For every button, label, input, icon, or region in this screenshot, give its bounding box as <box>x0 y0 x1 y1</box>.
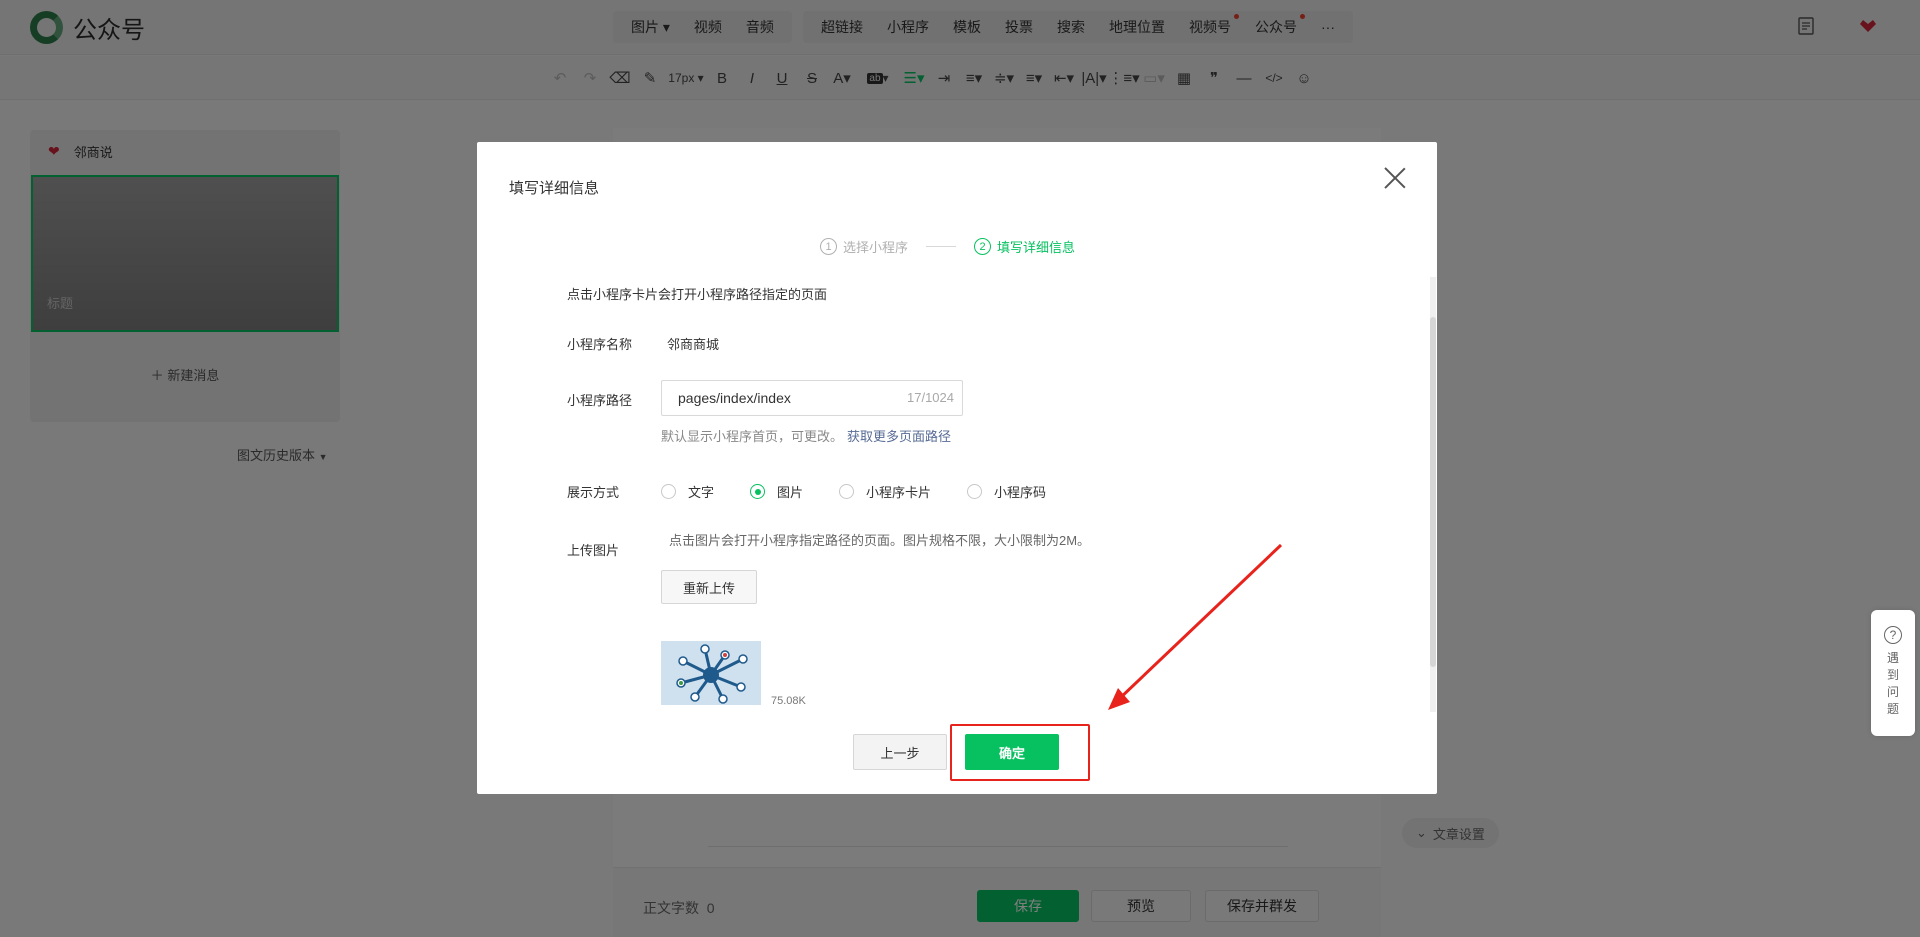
help-label: 遇到问题 <box>1886 651 1899 716</box>
step-indicator: 1 选择小程序 2 填写详细信息 <box>820 237 1075 256</box>
path-input[interactable]: pages/index/index 17/1024 <box>661 380 963 416</box>
radio-button[interactable] <box>839 484 855 499</box>
previous-step-button[interactable]: 上一步 <box>853 734 947 770</box>
path-label: 小程序路径 <box>567 393 633 408</box>
upload-image-label: 上传图片 <box>567 543 620 558</box>
help-floater[interactable]: ? 遇到问题 <box>1871 610 1915 736</box>
more-paths-link[interactable]: 获取更多页面路径 <box>847 429 951 444</box>
step-number: 2 <box>974 238 992 255</box>
step-number: 1 <box>820 238 837 255</box>
confirm-button[interactable]: 确定 <box>965 734 1059 770</box>
option-label: 文字 <box>688 485 715 500</box>
radio-button[interactable] <box>967 484 983 499</box>
step-connector <box>926 246 957 247</box>
miniprogram-detail-dialog: 填写详细信息 1 选择小程序 2 填写详细信息 点击小程序卡片会打开小程序路径指… <box>477 142 1437 794</box>
option-label: 小程序卡片 <box>866 485 932 500</box>
step-fill-details: 2 填写详细信息 <box>974 237 1075 256</box>
step-select-miniprogram: 1 选择小程序 <box>820 237 908 256</box>
display-option-card[interactable]: 小程序卡片 <box>839 482 931 501</box>
display-mode-radio-group: 文字 图片 小程序卡片 小程序码 <box>661 482 1082 501</box>
path-hint: 默认显示小程序首页，可更改。 获取更多页面路径 <box>661 426 951 445</box>
upload-hint: 点击图片会打开小程序指定路径的页面。图片规格不限，大小限制为2M。 <box>669 533 1091 548</box>
option-label: 小程序码 <box>994 485 1047 500</box>
step-label: 填写详细信息 <box>997 240 1076 255</box>
path-hint-text: 默认显示小程序首页，可更改。 <box>661 429 844 444</box>
radio-button-selected[interactable] <box>750 484 766 499</box>
name-value: 邻商商城 <box>667 337 720 352</box>
display-mode-label: 展示方式 <box>567 485 620 500</box>
display-option-qrcode[interactable]: 小程序码 <box>967 482 1046 501</box>
uploaded-image-thumbnail[interactable] <box>661 641 761 705</box>
display-option-image[interactable]: 图片 <box>750 482 803 501</box>
name-label: 小程序名称 <box>567 337 633 352</box>
dialog-title: 填写详细信息 <box>509 180 600 197</box>
path-char-count: 17/1024 <box>907 390 954 405</box>
close-icon[interactable] <box>1382 166 1408 192</box>
dialog-description: 点击小程序卡片会打开小程序路径指定的页面 <box>567 287 828 302</box>
step-label: 选择小程序 <box>843 240 909 255</box>
scrollbar-thumb[interactable] <box>1430 317 1436 667</box>
question-icon: ? <box>1884 626 1902 644</box>
file-size: 75.08K <box>771 695 806 707</box>
radio-button[interactable] <box>661 484 676 499</box>
display-option-text[interactable]: 文字 <box>661 482 714 501</box>
option-label: 图片 <box>777 485 804 500</box>
reupload-button[interactable]: 重新上传 <box>661 570 757 604</box>
path-input-value: pages/index/index <box>678 390 791 406</box>
